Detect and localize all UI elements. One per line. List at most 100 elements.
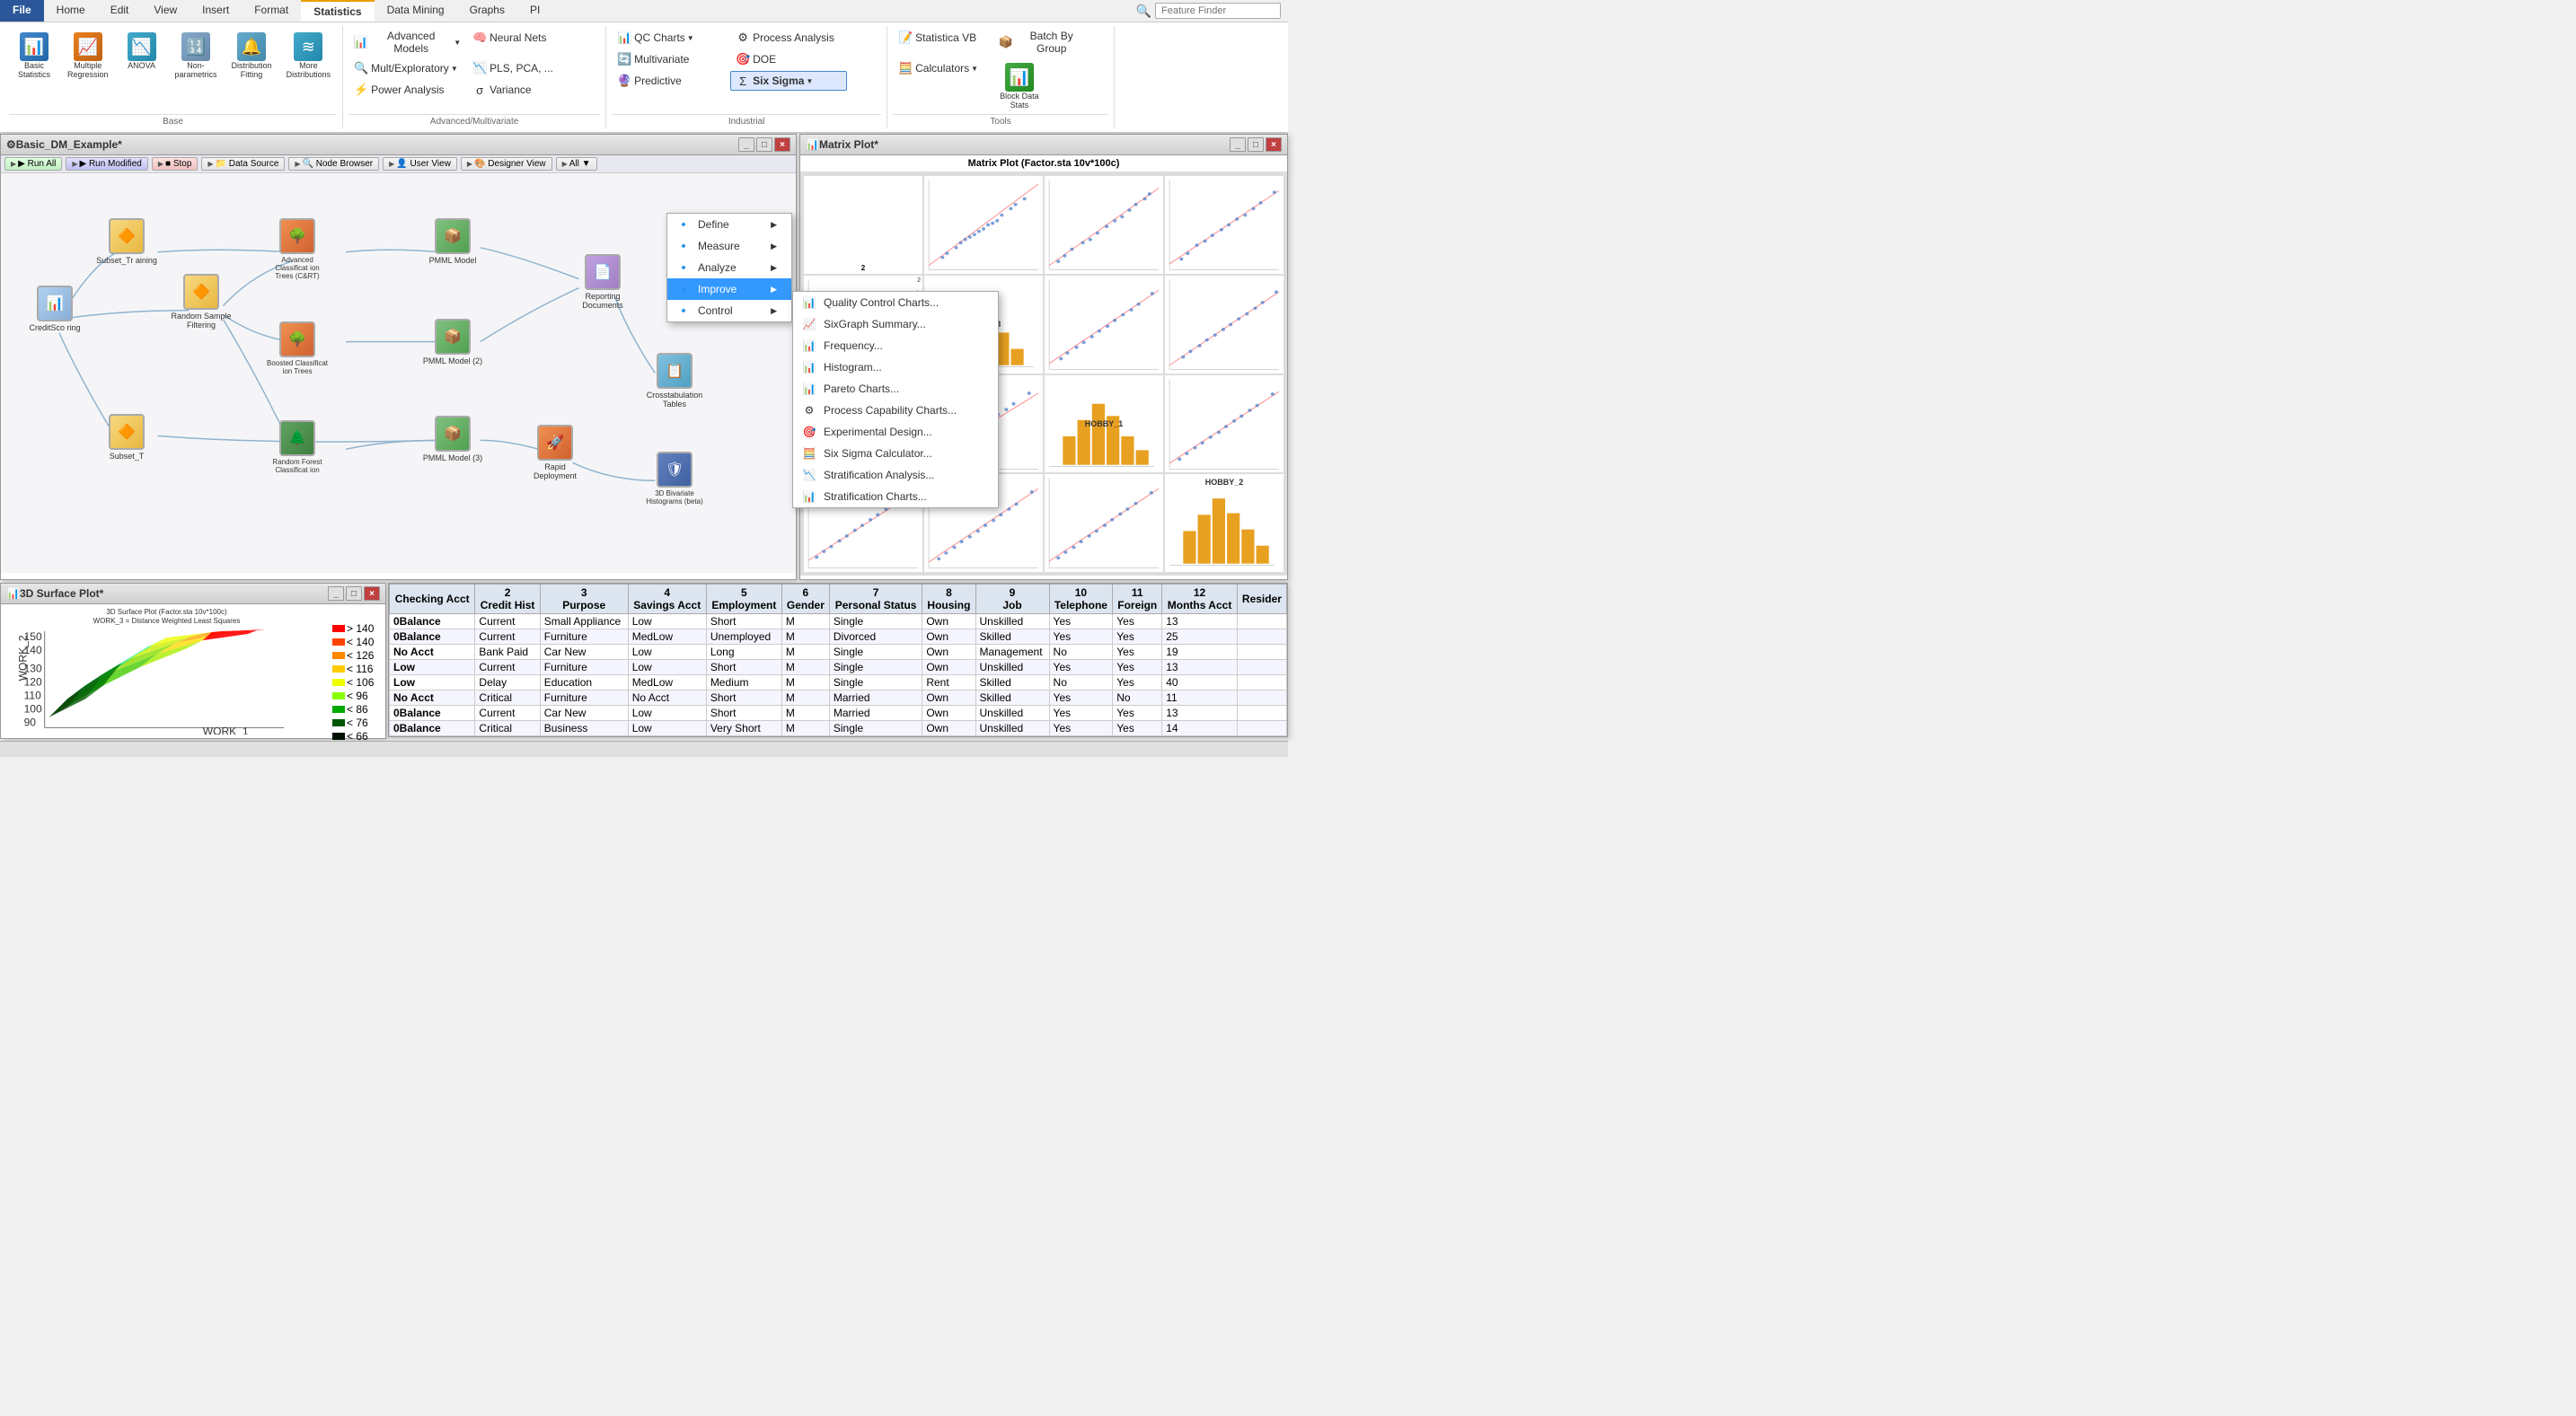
surface-close[interactable]: × [364,586,380,601]
block-data-stats-button[interactable]: 📊 Block DataStats [993,58,1045,114]
statistica-vb-button[interactable]: 📝 Statistica VB [893,28,992,48]
svg-text:WORK_1: WORK_1 [203,725,249,734]
calculators-button[interactable]: 🧮 Calculators▼ [893,58,992,78]
tab-datamining[interactable]: Data Mining [375,0,457,22]
feature-finder-input[interactable] [1155,3,1281,19]
tab-graphs[interactable]: Graphs [457,0,517,22]
matrix-close[interactable]: × [1266,137,1282,152]
anova-button[interactable]: 📉 ANOVA [117,28,167,75]
node-crosstab[interactable]: 📋 Crosstabulation Tables [643,353,706,409]
node-pmml2[interactable]: 📦 PMML Model (2) [421,319,484,365]
tab-edit[interactable]: Edit [98,0,142,22]
matrix-minimize[interactable]: _ [1230,137,1246,152]
maximize-button[interactable]: □ [756,137,772,152]
table-row[interactable]: LowDelayEducationMedLowMediumMSingleRent… [390,675,1287,690]
more-distributions-button[interactable]: ≋ MoreDistributions [280,28,338,84]
minimize-button[interactable]: _ [738,137,754,152]
doe-button[interactable]: 🎯 DOE [730,49,847,69]
node-reporting[interactable]: 📄 Reporting Documents [571,254,634,310]
nonparametrics-button[interactable]: 🔢 Non-parametrics [169,28,224,84]
table-row[interactable]: 0BalanceCurrentFurnitureMedLowUnemployed… [390,629,1287,645]
run-modified-button[interactable]: ▶ Run Modified [66,157,148,171]
submenu-histogram[interactable]: 📊 Histogram... [793,356,998,378]
matrix-restore[interactable]: □ [1248,137,1264,152]
advanced-models-button[interactable]: 📊 Advanced Models▼ [348,28,465,57]
surface-maximize[interactable]: □ [346,586,362,601]
table-row[interactable]: 0BalanceCriticalBusinessLowVery ShortMSi… [390,721,1287,736]
node-rapid-deploy[interactable]: 🚀 Rapid Deployment [524,425,587,480]
node-subset-t[interactable]: 🔶 Subset_T [95,414,158,461]
node-random-forest[interactable]: 🌲 Random Forest Classificat ion [266,420,329,474]
neural-nets-button[interactable]: 🧠 Neural Nets [467,28,584,48]
node-boosted-class[interactable]: 🌳 Boosted Classificat ion Trees [266,321,329,375]
surface-window-title: 📊 3D Surface Plot* _ □ × [1,584,385,604]
table-row[interactable]: 0BalanceCurrentSmall ApplianceLowShortMS… [390,614,1287,629]
qc-charts-button[interactable]: 📊 QC Charts▼ [612,28,728,48]
table-row[interactable]: No AcctBank PaidCar NewLowLongMSingleOwn… [390,645,1287,660]
canvas-toolbar: ▶ Run All ▶ Run Modified ■ Stop 📁 Data S… [1,155,796,173]
submenu-six-calc[interactable]: 🧮 Six Sigma Calculator... [793,443,998,464]
pls-pca-button[interactable]: 📉 PLS, PCA, ... [467,58,584,78]
tab-view[interactable]: View [141,0,190,22]
process-analysis-button[interactable]: ⚙ Process Analysis [730,28,847,48]
batch-by-group-button[interactable]: 📦 Batch By Group [993,28,1092,57]
six-sigma-button[interactable]: Σ Six Sigma▼ [730,71,847,91]
basic-statistics-button[interactable]: 📊 BasicStatistics [9,28,59,84]
multivariate-button[interactable]: 🔄 Multivariate [612,49,728,69]
submenu-strat-charts[interactable]: 📊 Stratification Charts... [793,486,998,507]
tab-pi[interactable]: PI [517,0,552,22]
data-source-button[interactable]: 📁 Data Source [201,157,285,171]
node-pmml1[interactable]: 📦 PMML Model [421,218,484,265]
node-advanced-class[interactable]: 🌳 Advanced Classificat ion Trees (C&RT) [266,218,329,280]
submenu-qc-charts[interactable]: 📊 Quality Control Charts... [793,292,998,313]
user-view-button[interactable]: 👤 User View [383,157,457,171]
tab-home[interactable]: Home [44,0,98,22]
multiple-regression-button[interactable]: 📈 MultipleRegression [61,28,115,84]
col-header-9: 9Job [975,585,1049,614]
mult-exploratory-button[interactable]: 🔍 Mult/Exploratory▼ [348,58,465,78]
table-row[interactable]: HighCurrentSmall ApplianceLowShortMSingl… [390,736,1287,737]
submenu-pareto[interactable]: 📊 Pareto Charts... [793,378,998,400]
power-analysis-button[interactable]: ⚡ Power Analysis [348,80,465,100]
submenu-strat-analysis[interactable]: 📉 Stratification Analysis... [793,464,998,486]
distribution-fitting-button[interactable]: 🔔 DistributionFitting [225,28,278,84]
table-row[interactable]: 0BalanceCurrentCar NewLowShortMMarriedOw… [390,706,1287,721]
table-row[interactable]: LowCurrentFurnitureLowShortMSingleOwnUns… [390,660,1287,675]
matrix-cell-1-3 [1045,176,1163,274]
tab-statistics[interactable]: Statistics [301,0,374,22]
node-pmml3[interactable]: 📦 PMML Model (3) [421,416,484,462]
tab-format[interactable]: Format [242,0,301,22]
menu-item-control[interactable]: 🔹 Control ▶ [667,300,791,321]
menu-item-improve[interactable]: 🔹 Improve ▶ [667,278,791,300]
tab-file[interactable]: File [0,0,44,22]
submenu-process-cap[interactable]: ⚙ Process Capability Charts... [793,400,998,421]
variance-button[interactable]: σ Variance [467,80,584,100]
designer-view-button[interactable]: 🎨 Designer View [461,157,552,171]
matrix-cell-1-2 [924,176,1043,274]
menu-item-measure[interactable]: 🔹 Measure ▶ [667,235,791,257]
node-browser-button[interactable]: 🔍 Node Browser [288,157,379,171]
col-header-10: 10Telephone [1049,585,1113,614]
matrix-cell-4-3 [1045,474,1163,572]
all-dropdown[interactable]: All ▼ [556,157,597,171]
submenu-frequency[interactable]: 📊 Frequency... [793,335,998,356]
tab-insert[interactable]: Insert [190,0,242,22]
node-creditsco[interactable]: 📊 CreditSco ring [23,286,86,332]
close-button[interactable]: × [774,137,790,152]
stop-button[interactable]: ■ Stop [152,157,198,171]
node-subset-training[interactable]: 🔶 Subset_Tr aining [95,218,158,265]
exp-design-icon: 🎯 [800,425,818,439]
matrix-cell-3-4 [1165,375,1284,473]
run-all-button[interactable]: ▶ Run All [4,157,62,171]
table-row[interactable]: No AcctCriticalFurnitureNo AcctShortMMar… [390,690,1287,706]
predictive-button[interactable]: 🔮 Predictive [612,71,728,91]
menu-item-analyze[interactable]: 🔹 Analyze ▶ [667,257,791,278]
surface-minimize[interactable]: _ [328,586,344,601]
submenu-exp-design[interactable]: 🎯 Experimental Design... [793,421,998,443]
matrix-title-text: Matrix Plot* [819,138,878,151]
node-hist3d[interactable]: 🛡 3D Bivariate Histograms (beta) [643,452,706,506]
node-random-sample[interactable]: 🔶 Random Sample Filtering [170,274,233,330]
col-header-2: 2Credit Hist [475,585,540,614]
menu-item-define[interactable]: 🔹 Define ▶ [667,214,791,235]
submenu-sixgraph[interactable]: 📈 SixGraph Summary... [793,313,998,335]
